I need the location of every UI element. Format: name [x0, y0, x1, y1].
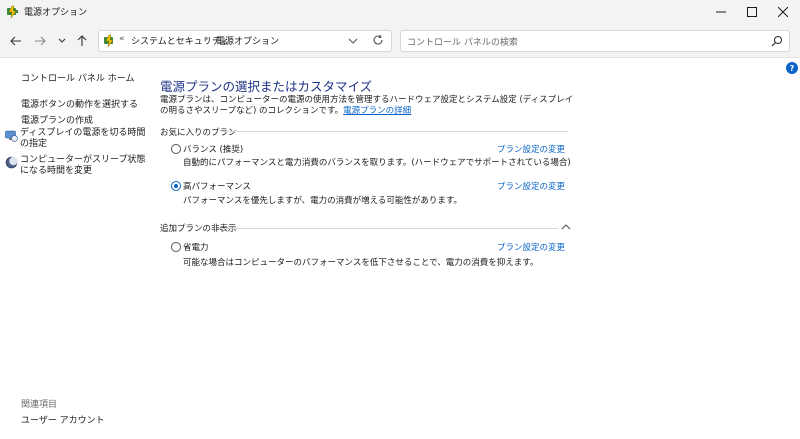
- favorite-plans-heading: お気に入りのプラン: [160, 128, 237, 138]
- close-button[interactable]: [768, 0, 798, 24]
- arrow-up-icon: [77, 35, 87, 46]
- title-bar: 電源オプション: [0, 0, 800, 24]
- page-description: 電源プランは、コンピューターの電源の使用方法を管理するハードウェア設定とシステム…: [160, 95, 580, 117]
- sidebar-item-label: ディスプレイの電源を切る時間の指定: [20, 128, 146, 149]
- plan-high-performance-settings-link[interactable]: プラン設定の変更: [497, 180, 565, 192]
- help-icon[interactable]: ?: [786, 62, 798, 74]
- address-toolbar: « システムとセキュリティ › 電源オプション コントロール パネルの検索: [0, 24, 800, 58]
- plan-power-saver-radio[interactable]: [171, 242, 181, 252]
- plan-balanced-name[interactable]: バランス (推奨): [183, 143, 243, 155]
- search-input[interactable]: コントロール パネルの検索: [400, 30, 790, 52]
- control-panel-icon: [104, 34, 114, 48]
- breadcrumb-system-security[interactable]: システムとセキュリティ: [131, 34, 229, 47]
- divider: [226, 131, 568, 132]
- plan-power-saver-name[interactable]: 省電力: [183, 241, 209, 253]
- address-bar[interactable]: « システムとセキュリティ › 電源オプション: [98, 30, 392, 52]
- maximize-button[interactable]: [737, 0, 767, 24]
- plan-high-performance-radio[interactable]: [171, 181, 181, 191]
- power-options-icon: [7, 5, 18, 19]
- sidebar-item-display-off[interactable]: ディスプレイの電源を切る時間の指定: [5, 128, 150, 150]
- related-section-title: 関連項目: [21, 400, 58, 410]
- back-button[interactable]: [8, 33, 24, 49]
- sidebar-item-sleep-time[interactable]: コンピューターがスリープ状態になる時間を変更: [5, 155, 150, 177]
- moon-shield-icon: [5, 156, 18, 169]
- forward-button[interactable]: [32, 33, 48, 49]
- plan-balanced-settings-link[interactable]: プラン設定の変更: [497, 143, 565, 155]
- plan-high-performance-name[interactable]: 高パフォーマンス: [183, 180, 251, 192]
- search-placeholder: コントロール パネルの検索: [407, 38, 518, 48]
- minimize-icon: [716, 11, 726, 13]
- sidebar-item-create-plan[interactable]: 電源プランの作成: [21, 113, 93, 126]
- plan-balanced-radio[interactable]: [171, 144, 181, 154]
- breadcrumb-separator[interactable]: ›: [205, 34, 209, 44]
- sidebar-item-control-panel-home[interactable]: コントロール パネル ホーム: [21, 71, 134, 84]
- minimize-button[interactable]: [706, 0, 736, 24]
- sidebar-item-label: コンピューターがスリープ状態になる時間を変更: [20, 155, 146, 176]
- arrow-right-icon: [35, 36, 46, 46]
- power-plan-details-link[interactable]: 電源プランの詳細: [343, 106, 411, 116]
- sidebar-item-user-accounts[interactable]: ユーザー アカウント: [21, 413, 105, 426]
- up-button[interactable]: [74, 33, 90, 49]
- monitor-shield-icon: [5, 130, 18, 142]
- page-title: 電源プランの選択またはカスタマイズ: [160, 79, 373, 94]
- address-dropdown-icon[interactable]: [347, 35, 359, 47]
- chevron-down-icon: [58, 38, 66, 43]
- arrow-left-icon: [10, 36, 21, 46]
- breadcrumb-overflow[interactable]: «: [119, 34, 125, 44]
- sidebar-item-power-button-behavior[interactable]: 電源ボタンの動作を選択する: [21, 97, 138, 110]
- divider: [217, 228, 558, 229]
- search-icon[interactable]: [771, 35, 783, 47]
- close-icon: [778, 7, 788, 17]
- maximize-icon: [747, 7, 757, 17]
- plan-high-performance-description: パフォーマンスを優先しますが、電力の消費が増える可能性があります。: [183, 196, 463, 206]
- plan-power-saver-settings-link[interactable]: プラン設定の変更: [497, 241, 565, 253]
- plan-power-saver-description: 可能な場合はコンピューターのパフォーマンスを低下させることで、電力の消費を抑えま…: [183, 258, 539, 268]
- recent-locations-button[interactable]: [54, 33, 70, 49]
- plan-balanced-description: 自動的にパフォーマンスと電力消費のバランスを取ります。(ハードウェアでサポートさ…: [183, 158, 571, 168]
- window-title: 電源オプション: [24, 8, 88, 18]
- refresh-icon[interactable]: [372, 34, 384, 46]
- chevron-up-icon[interactable]: [561, 222, 571, 232]
- breadcrumb-power-options[interactable]: 電源オプション: [216, 34, 279, 47]
